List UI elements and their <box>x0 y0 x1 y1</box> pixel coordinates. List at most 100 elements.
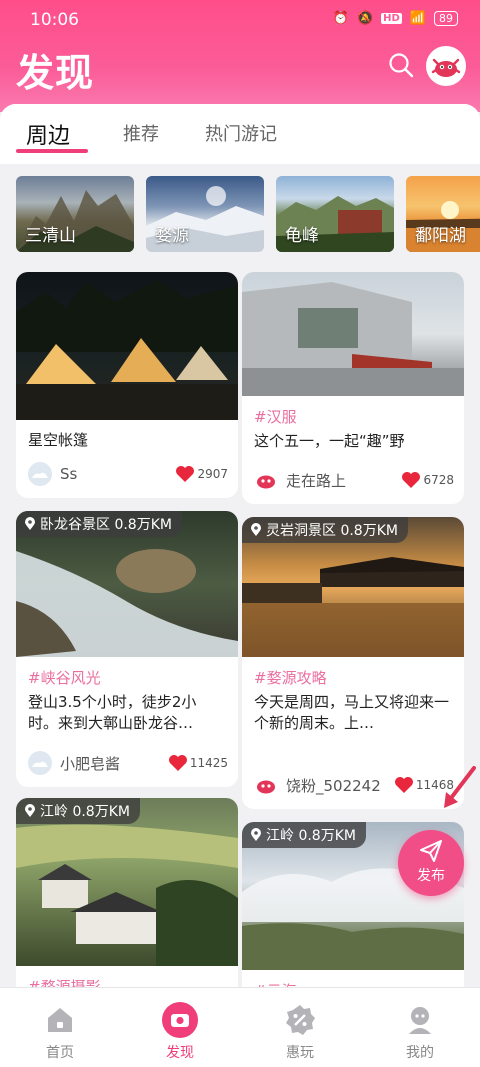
feed-card-image: 灵岩洞景区 0.8万KM <box>242 517 464 657</box>
location-pin-icon <box>25 804 35 817</box>
feed-card-meta: 饶粉_502242 11468 <box>254 773 454 797</box>
like-count-value: 2907 <box>197 467 228 481</box>
location-badge[interactable]: 江岭 0.8万KM <box>16 798 140 824</box>
feed-card[interactable]: 江岭 0.8万KM #婺源摄影 <box>16 798 238 998</box>
alarm-icon: ⏰ <box>332 11 349 26</box>
bottom-nav: 首页 发现 惠玩 我的 <box>0 987 480 1067</box>
nav-label: 发现 <box>166 1045 194 1061</box>
tab-active-indicator <box>16 149 88 153</box>
user-avatar[interactable] <box>254 773 278 797</box>
tab-recommend[interactable]: 推荐 <box>123 120 159 146</box>
publish-label: 发布 <box>417 868 445 884</box>
museum-building-image <box>242 282 464 396</box>
feed-card[interactable]: 星空帐篷 Ss 2907 <box>16 272 238 498</box>
nav-profile[interactable]: 我的 <box>360 988 480 1067</box>
like-count[interactable]: 11425 <box>168 754 228 772</box>
feed-card-image: 江岭 0.8万KM <box>16 798 238 966</box>
pointer-arrow-icon <box>444 766 476 808</box>
user-avatar[interactable] <box>28 462 52 486</box>
like-count-value: 11425 <box>189 756 228 770</box>
feed-card-text: 这个五一，一起“趣”野 <box>254 432 405 450</box>
page-title: 发现 <box>16 51 95 95</box>
cloud-avatar-icon <box>28 751 52 775</box>
header-bar: 10:06 ⏰ 🔕 HD 📶 89 发现 <box>0 0 480 112</box>
nav-label: 我的 <box>406 1045 434 1061</box>
feed-card-image <box>16 272 238 420</box>
scenic-spot-card[interactable]: 鄱阳湖 <box>406 176 480 252</box>
scenic-spot-card[interactable]: 婺源 <box>146 176 264 252</box>
scenic-spot-label: 婺源 <box>155 226 189 246</box>
scenic-spot-card[interactable]: 龟峰 <box>276 176 394 252</box>
location-text: 江岭 0.8万KM <box>266 828 356 844</box>
topic-tag[interactable]: #峡谷风光 <box>28 667 238 688</box>
feed-card-meta: Ss 2907 <box>28 462 228 486</box>
location-text: 卧龙谷景区 0.8万KM <box>40 517 172 533</box>
crab-avatar-icon <box>257 475 275 489</box>
feed-card-text: 登山3.5个小时，徒步2小时。来到大鄣山卧龙谷… <box>28 693 197 732</box>
paper-plane-icon <box>420 840 442 862</box>
user-avatar[interactable] <box>426 46 466 86</box>
signal-icon: 📶 <box>409 11 426 26</box>
location-badge[interactable]: 江岭 0.8万KM <box>242 822 366 848</box>
publish-button[interactable]: 发布 <box>398 830 464 896</box>
cloud-avatar-icon <box>28 462 52 486</box>
like-count[interactable]: 6728 <box>401 471 454 489</box>
topic-tag[interactable]: #汉服 <box>254 406 464 427</box>
scenic-spot-label: 鄱阳湖 <box>415 226 466 246</box>
nav-label: 首页 <box>46 1045 74 1061</box>
user-avatar[interactable] <box>28 751 52 775</box>
camera-icon <box>162 1002 198 1038</box>
location-badge[interactable]: 卧龙谷景区 0.8万KM <box>16 511 182 537</box>
user-name[interactable]: 小肥皂酱 <box>60 753 168 774</box>
topic-tag[interactable]: #婺源攻略 <box>254 667 464 688</box>
location-pin-icon <box>25 517 35 530</box>
nav-label: 惠玩 <box>286 1045 314 1061</box>
user-avatar[interactable] <box>254 468 278 492</box>
location-badge[interactable]: 灵岩洞景区 0.8万KM <box>242 517 408 543</box>
like-count-value: 6728 <box>423 473 454 487</box>
tab-hot-travelogues[interactable]: 热门游记 <box>205 120 277 146</box>
like-count[interactable]: 2907 <box>175 465 228 483</box>
feed-card-image <box>242 272 464 396</box>
nav-deals[interactable]: 惠玩 <box>240 988 360 1067</box>
scenic-spot-label: 三清山 <box>25 226 76 246</box>
location-pin-icon <box>251 523 261 536</box>
mute-icon: 🔕 <box>356 11 374 26</box>
heart-icon <box>394 777 413 793</box>
tent-camp-image <box>16 280 238 420</box>
home-icon <box>48 1008 72 1032</box>
user-name[interactable]: 饶粉_502242 <box>286 775 394 796</box>
battery-icon: 89 <box>434 11 458 26</box>
crab-avatar-icon <box>257 780 275 794</box>
feed-card-meta: 走在路上 6728 <box>254 468 454 492</box>
feed-card-image: 卧龙谷景区 0.8万KM <box>16 511 238 657</box>
crab-avatar-icon <box>428 48 464 84</box>
status-bar: 10:06 ⏰ 🔕 HD 📶 89 <box>0 0 480 40</box>
status-time: 10:06 <box>30 10 79 30</box>
heart-icon <box>168 755 187 771</box>
status-icons: ⏰ 🔕 HD 📶 89 <box>333 11 458 26</box>
discount-icon <box>286 1005 315 1035</box>
feed-card[interactable]: #汉服 这个五一，一起“趣”野 走在路上 6728 <box>242 272 464 504</box>
location-pin-icon <box>251 828 261 841</box>
scenic-spot-strip[interactable]: 三清山 婺源 龟峰 鄱阳湖 <box>0 164 480 264</box>
heart-icon <box>402 472 421 488</box>
feed-card-text: 星空帐篷 <box>28 431 89 449</box>
nav-discover[interactable]: 发现 <box>120 988 240 1067</box>
hd-icon: HD <box>381 13 402 24</box>
feed-card[interactable]: 卧龙谷景区 0.8万KM #峡谷风光 登山3.5个小时，徒步2小时。来到大鄣山卧… <box>16 511 238 787</box>
scenic-spot-label: 龟峰 <box>285 226 319 246</box>
user-name[interactable]: 走在路上 <box>286 470 401 491</box>
tab-nearby[interactable]: 周边 <box>26 118 70 150</box>
location-text: 灵岩洞景区 0.8万KM <box>266 523 398 539</box>
tab-bar: 周边 推荐 热门游记 <box>0 104 480 164</box>
location-text: 江岭 0.8万KM <box>40 804 130 820</box>
feed-card-meta: 小肥皂酱 11425 <box>28 751 228 775</box>
profile-icon <box>409 1007 431 1034</box>
nav-home[interactable]: 首页 <box>0 988 120 1067</box>
user-name[interactable]: Ss <box>60 465 175 483</box>
search-icon[interactable] <box>388 52 414 78</box>
feed-card-text: 今天是周四，马上又将迎来一个新的周末。上… <box>254 693 450 732</box>
scenic-spot-card[interactable]: 三清山 <box>16 176 134 252</box>
feed-card[interactable]: 灵岩洞景区 0.8万KM #婺源攻略 今天是周四，马上又将迎来一个新的周末。上…… <box>242 517 464 809</box>
